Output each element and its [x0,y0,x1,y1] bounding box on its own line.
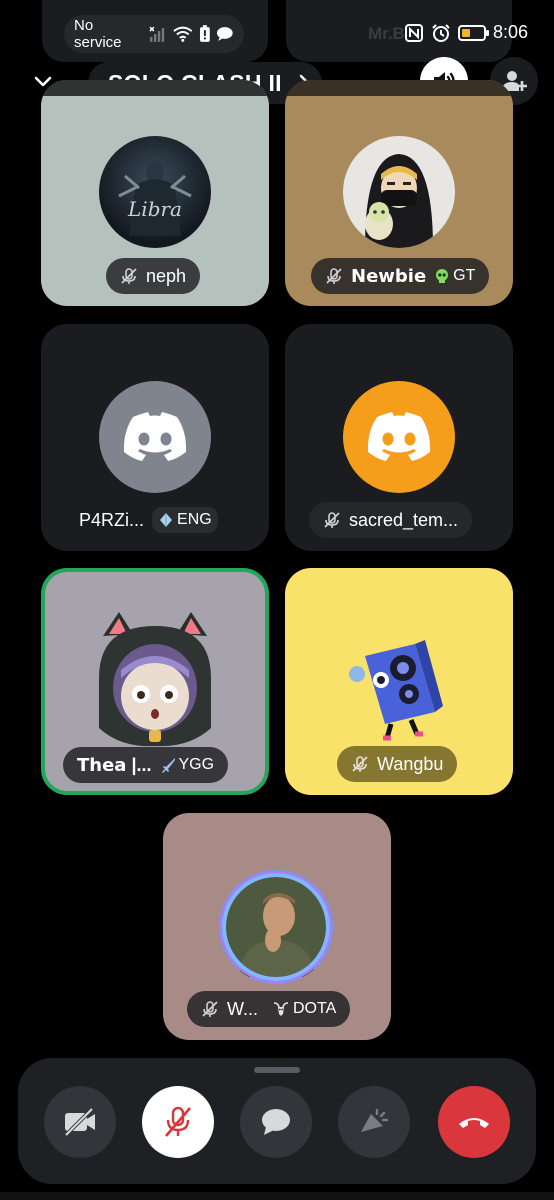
hooded-ninja-avatar [343,136,455,248]
wifi-icon [173,26,193,42]
clock: 8:06 [492,22,528,42]
blue-speaker-creature-art [349,640,443,741]
soundboard-icon [361,1108,389,1132]
tile-top-band [41,80,269,96]
soldier-portrait-art [220,871,332,983]
participant-name: W... [227,998,258,1019]
server-tag: ENG [152,507,218,533]
server-tag-label: ENG [177,511,212,528]
participant-nameplate: neph [106,258,201,294]
hang-up-button[interactable] [438,1086,510,1158]
participant-tile-thea[interactable]: 𝗧𝗵𝗲𝗮 |... YGG [41,568,269,795]
camera-off-icon [64,1107,95,1137]
goat-icon [273,1002,289,1016]
mic-off-icon [121,268,137,284]
alarm-icon [432,23,450,42]
cat-hood-girl-art [99,612,211,747]
call-controls-bar [18,1058,536,1184]
server-tag-label: GT [453,267,476,284]
dark-figure-art: Libra [118,161,192,236]
skull-icon [436,269,449,283]
participant-name: neph [146,265,187,286]
battery-saver-icon [199,25,210,42]
participant-tile-sacred-tem[interactable]: sacred_tem... [285,324,513,551]
participant-name: 𝗡𝗲𝘄𝗯𝗶𝗲 [351,265,427,286]
mic-off-icon [324,512,340,528]
blue-speaker-creature-avatar [345,634,455,744]
participant-nameplate: 𝗧𝗵𝗲𝗮 |... YGG [63,747,229,783]
carrier-text: No service [74,17,122,51]
participant-nameplate: Wangbu [337,746,458,782]
participant-name: P4RZi... [79,509,145,530]
soundboard-button[interactable] [338,1086,410,1158]
soldier-portrait-avatar [219,870,333,984]
status-pill: No service [64,15,244,53]
server-tag-label: YGG [178,756,215,773]
mic-off-icon [165,1106,191,1137]
mic-off-icon [326,268,342,284]
participant-nameplate: sacred_tem... [309,502,473,538]
default-avatar [343,381,455,493]
participant-tile-p4rzi[interactable]: P4RZi... ENG [41,324,269,551]
signal-x-icon [149,26,165,42]
mic-off-icon [202,1001,218,1017]
sword-icon [161,758,175,773]
battery-icon [457,24,489,41]
chat-icon [262,1109,290,1135]
status-icons-right: 8:06 [404,22,528,43]
camera-button[interactable] [44,1086,116,1158]
participant-tile-neph[interactable]: Libra neph [41,80,269,306]
hang-up-icon [459,1118,489,1128]
participant-tile-w[interactable]: W... DOTA [163,813,391,1040]
participant-name: 𝗧𝗵𝗲𝗮 |... [77,754,152,775]
chat-button[interactable] [240,1086,312,1158]
participant-nameplate: P4RZi... ENG [67,502,230,538]
server-tag: DOTA [272,1000,336,1018]
previous-tile-label: Mr.B [368,24,405,43]
drag-handle[interactable] [254,1067,300,1073]
bottom-edge [0,1192,554,1200]
server-tag: YGG [160,756,215,774]
mic-off-icon [352,756,368,772]
hooded-ninja-art [365,154,433,248]
chat-bubble-icon [217,27,234,41]
participant-tile-newbie[interactable]: 𝗡𝗲𝘄𝗯𝗶𝗲 GT [285,80,513,306]
discord-logo-icon [123,412,187,461]
nfc-icon [404,23,423,42]
crystal-icon [160,513,173,527]
discord-logo-icon [367,412,431,461]
dark-figure-avatar: Libra [99,136,211,248]
participant-nameplate: 𝗡𝗲𝘄𝗯𝗶𝗲 GT [311,258,490,294]
mic-toggle-button[interactable] [142,1086,214,1158]
participant-name: sacred_tem... [349,509,459,530]
participant-tile-wangbu[interactable]: Wangbu [285,568,513,795]
server-tag: GT [434,267,475,285]
server-tag-label: DOTA [293,1000,337,1017]
participant-nameplate: W... DOTA [187,991,351,1027]
tile-top-band [285,80,513,96]
cat-hood-girl-avatar [89,608,221,748]
participant-name: Wangbu [377,753,444,774]
svg-text:Libra: Libra [127,197,182,221]
default-avatar [99,381,211,493]
